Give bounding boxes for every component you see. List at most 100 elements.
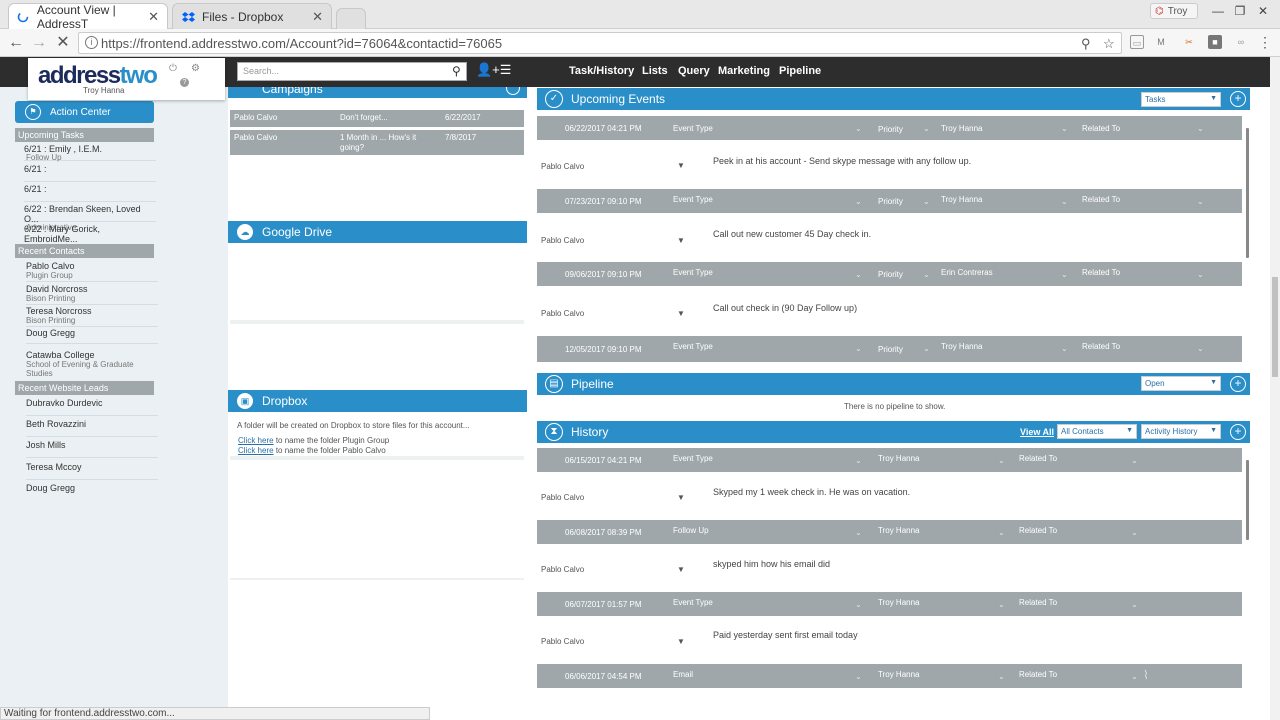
task-item[interactable]: 6/21 : xyxy=(24,184,156,202)
info-icon[interactable]: i xyxy=(85,36,98,49)
lead-item[interactable]: Josh Mills xyxy=(26,440,158,458)
logo-panel: addresstwo Troy Hanna ⏻ ⚙ ? xyxy=(28,58,225,100)
extension-m-icon[interactable]: M xyxy=(1154,35,1168,49)
search-icon[interactable]: ⚲ xyxy=(452,64,461,78)
add-history-icon[interactable]: + xyxy=(1230,424,1246,440)
extension-square-icon[interactable]: ■ xyxy=(1208,35,1222,49)
task-item[interactable]: 6/22 : Brendan Skeen, Loved O... Administ… xyxy=(24,204,156,232)
divider xyxy=(230,456,524,460)
activity-filter-select[interactable]: Activity History ▼ xyxy=(1141,424,1221,439)
chevron-down-icon[interactable]: ▼ xyxy=(677,493,685,502)
campaign-row[interactable]: Pablo Calvo Don't forget... 6/22/2017 xyxy=(230,110,524,129)
gear-icon[interactable]: ⚙ xyxy=(191,63,200,74)
zoom-icon[interactable]: ⚲ xyxy=(1081,36,1091,52)
chevron-down-icon[interactable]: ▼ xyxy=(677,236,685,245)
chevron-down-icon[interactable]: ▼ xyxy=(677,161,685,170)
contact-select[interactable]: Pablo Calvo xyxy=(541,236,584,245)
history-row[interactable]: 06/07/2017 01:57 PM Event Type ⌄ Troy Han… xyxy=(537,592,1242,616)
task-item[interactable]: 6/22 : Mary Gorick, EmbroidMe... xyxy=(24,224,156,244)
chevron-down-icon[interactable]: ▼ xyxy=(677,309,685,318)
event-description: Call out new customer 45 Day check in. xyxy=(713,229,872,239)
extension-icon[interactable]: ▭ xyxy=(1130,35,1144,49)
new-tab-button[interactable] xyxy=(336,8,366,29)
scroll-thumb[interactable] xyxy=(1272,277,1278,377)
tab-files-dropbox[interactable]: Files - Dropbox ✕ xyxy=(172,3,332,29)
history-row[interactable]: 06/15/2017 04:21 PM Event Type ⌄ Troy Han… xyxy=(537,448,1242,472)
contacts-filter-select[interactable]: All Contacts ▼ xyxy=(1057,424,1137,439)
status-bar: Waiting for frontend.addresstwo.com... xyxy=(0,707,430,720)
attachment-icon[interactable]: ⌇ xyxy=(1143,668,1149,682)
minimize-button[interactable]: — xyxy=(1206,2,1230,20)
lead-item[interactable]: Beth Rovazzini xyxy=(26,419,158,437)
contact-item[interactable]: Teresa Norcross Bison Printing xyxy=(26,306,158,327)
power-icon[interactable]: ⏻ xyxy=(169,63,177,74)
help-icon[interactable]: ? xyxy=(180,78,189,87)
bookmark-star-icon[interactable]: ☆ xyxy=(1103,36,1115,52)
contact-select[interactable]: Pablo Calvo xyxy=(541,637,584,646)
campaign-contact: Pablo Calvo xyxy=(234,113,278,122)
back-button[interactable]: ← xyxy=(5,32,27,54)
history-row[interactable]: 06/06/2017 04:54 PM Email ⌄ Troy Hanna ⌄ R… xyxy=(537,664,1242,688)
search-input[interactable]: Search... xyxy=(237,62,467,81)
contact-item[interactable]: Doug Gregg xyxy=(26,328,158,344)
contact-select[interactable]: Pablo Calvo xyxy=(541,309,584,318)
user-icon: ⌬ xyxy=(1155,5,1164,17)
clipboard-icon: ▤ xyxy=(545,375,563,393)
extension-link-icon[interactable]: ∞ xyxy=(1234,35,1248,49)
pipeline-title: Pipeline xyxy=(571,377,614,391)
close-icon[interactable]: ✕ xyxy=(312,9,323,25)
nav-task-history[interactable]: Task/History xyxy=(569,65,634,77)
event-row[interactable]: 12/05/2017 09:10 PM Event Type ⌄ Priority… xyxy=(537,336,1242,362)
stop-button[interactable]: ✕ xyxy=(52,32,74,54)
tab-account-view[interactable]: Account View | AddressT ✕ xyxy=(8,3,168,31)
campaign-date: 7/8/2017 xyxy=(445,133,477,142)
event-row[interactable]: 07/23/2017 09:10 PM Event Type ⌄ Priority… xyxy=(537,189,1242,213)
task-item[interactable]: 6/21 : Emily , I.E.M. Follow Up xyxy=(24,144,156,162)
history-row[interactable]: 06/08/2017 08:39 PM Follow Up ⌄ Troy Hann… xyxy=(537,520,1242,544)
nav-lists[interactable]: Lists xyxy=(642,65,668,77)
close-icon[interactable]: ✕ xyxy=(148,9,159,25)
chevron-down-icon[interactable]: ▼ xyxy=(677,565,685,574)
pipeline-filter-select[interactable]: Open ▼ xyxy=(1141,376,1221,391)
forward-button[interactable]: → xyxy=(28,32,50,54)
contact-select[interactable]: Pablo Calvo xyxy=(541,162,584,171)
contact-item[interactable]: Catawba College School of Evening & Gradu… xyxy=(26,350,158,380)
upcoming-events-title: Upcoming Events xyxy=(571,92,666,106)
task-item[interactable]: 6/21 : xyxy=(24,164,156,182)
nav-pipeline[interactable]: Pipeline xyxy=(779,65,821,77)
chevron-down-icon[interactable]: ▼ xyxy=(677,637,685,646)
campaign-row[interactable]: Pablo Calvo 1 Month in ... How's it goin… xyxy=(230,130,524,157)
contact-select[interactable]: Pablo Calvo xyxy=(541,565,584,574)
event-row[interactable]: 09/06/2017 09:10 PM Event Type ⌄ Priority… xyxy=(537,262,1242,286)
add-event-icon[interactable]: + xyxy=(1230,91,1246,107)
contact-item[interactable]: Pablo Calvo Plugin Group xyxy=(26,261,158,282)
upcoming-filter-select[interactable]: Tasks ▼ xyxy=(1141,92,1221,107)
add-pipeline-icon[interactable]: + xyxy=(1230,376,1246,392)
lead-item[interactable]: Doug Gregg xyxy=(26,483,158,501)
contact-select[interactable]: Pablo Calvo xyxy=(541,493,584,502)
divider xyxy=(230,578,524,580)
close-window-button[interactable]: ✕ xyxy=(1251,2,1275,20)
campaign-name: Don't forget... xyxy=(340,113,388,122)
contact-item[interactable]: David Norcross Bison Printing xyxy=(26,284,158,305)
page-scrollbar[interactable] xyxy=(1270,57,1280,720)
nav-marketing[interactable]: Marketing xyxy=(718,65,770,77)
add-contact-icon[interactable]: 👤+☰ xyxy=(476,62,511,78)
restore-button[interactable]: ❐ xyxy=(1228,2,1252,20)
extension-scissors-icon[interactable]: ✂ xyxy=(1182,35,1196,49)
lead-item[interactable]: Dubravko Durdevic xyxy=(26,398,158,416)
nav-query[interactable]: Query xyxy=(678,65,710,77)
click-here-link[interactable]: Click here xyxy=(238,446,274,455)
event-row[interactable]: 06/22/2017 04:21 PM Event Type ⌄ Priority… xyxy=(537,116,1242,140)
add-campaign-icon[interactable] xyxy=(506,87,520,95)
menu-icon[interactable]: ⋮ xyxy=(1258,35,1272,49)
cloud-icon: ☁ xyxy=(237,224,253,240)
lead-item[interactable]: Teresa Mccoy xyxy=(26,462,158,480)
upcoming-scrollbar[interactable] xyxy=(1246,128,1249,258)
action-center-button[interactable]: ⚑ Action Center xyxy=(15,101,154,123)
click-here-link[interactable]: Click here xyxy=(238,436,274,445)
view-all-link[interactable]: View All xyxy=(1020,427,1054,437)
url-field[interactable]: i https://frontend.addresstwo.com/Accoun… xyxy=(78,32,1122,54)
profile-chip[interactable]: ⌬ Troy xyxy=(1150,3,1198,19)
history-scrollbar[interactable] xyxy=(1246,460,1249,540)
